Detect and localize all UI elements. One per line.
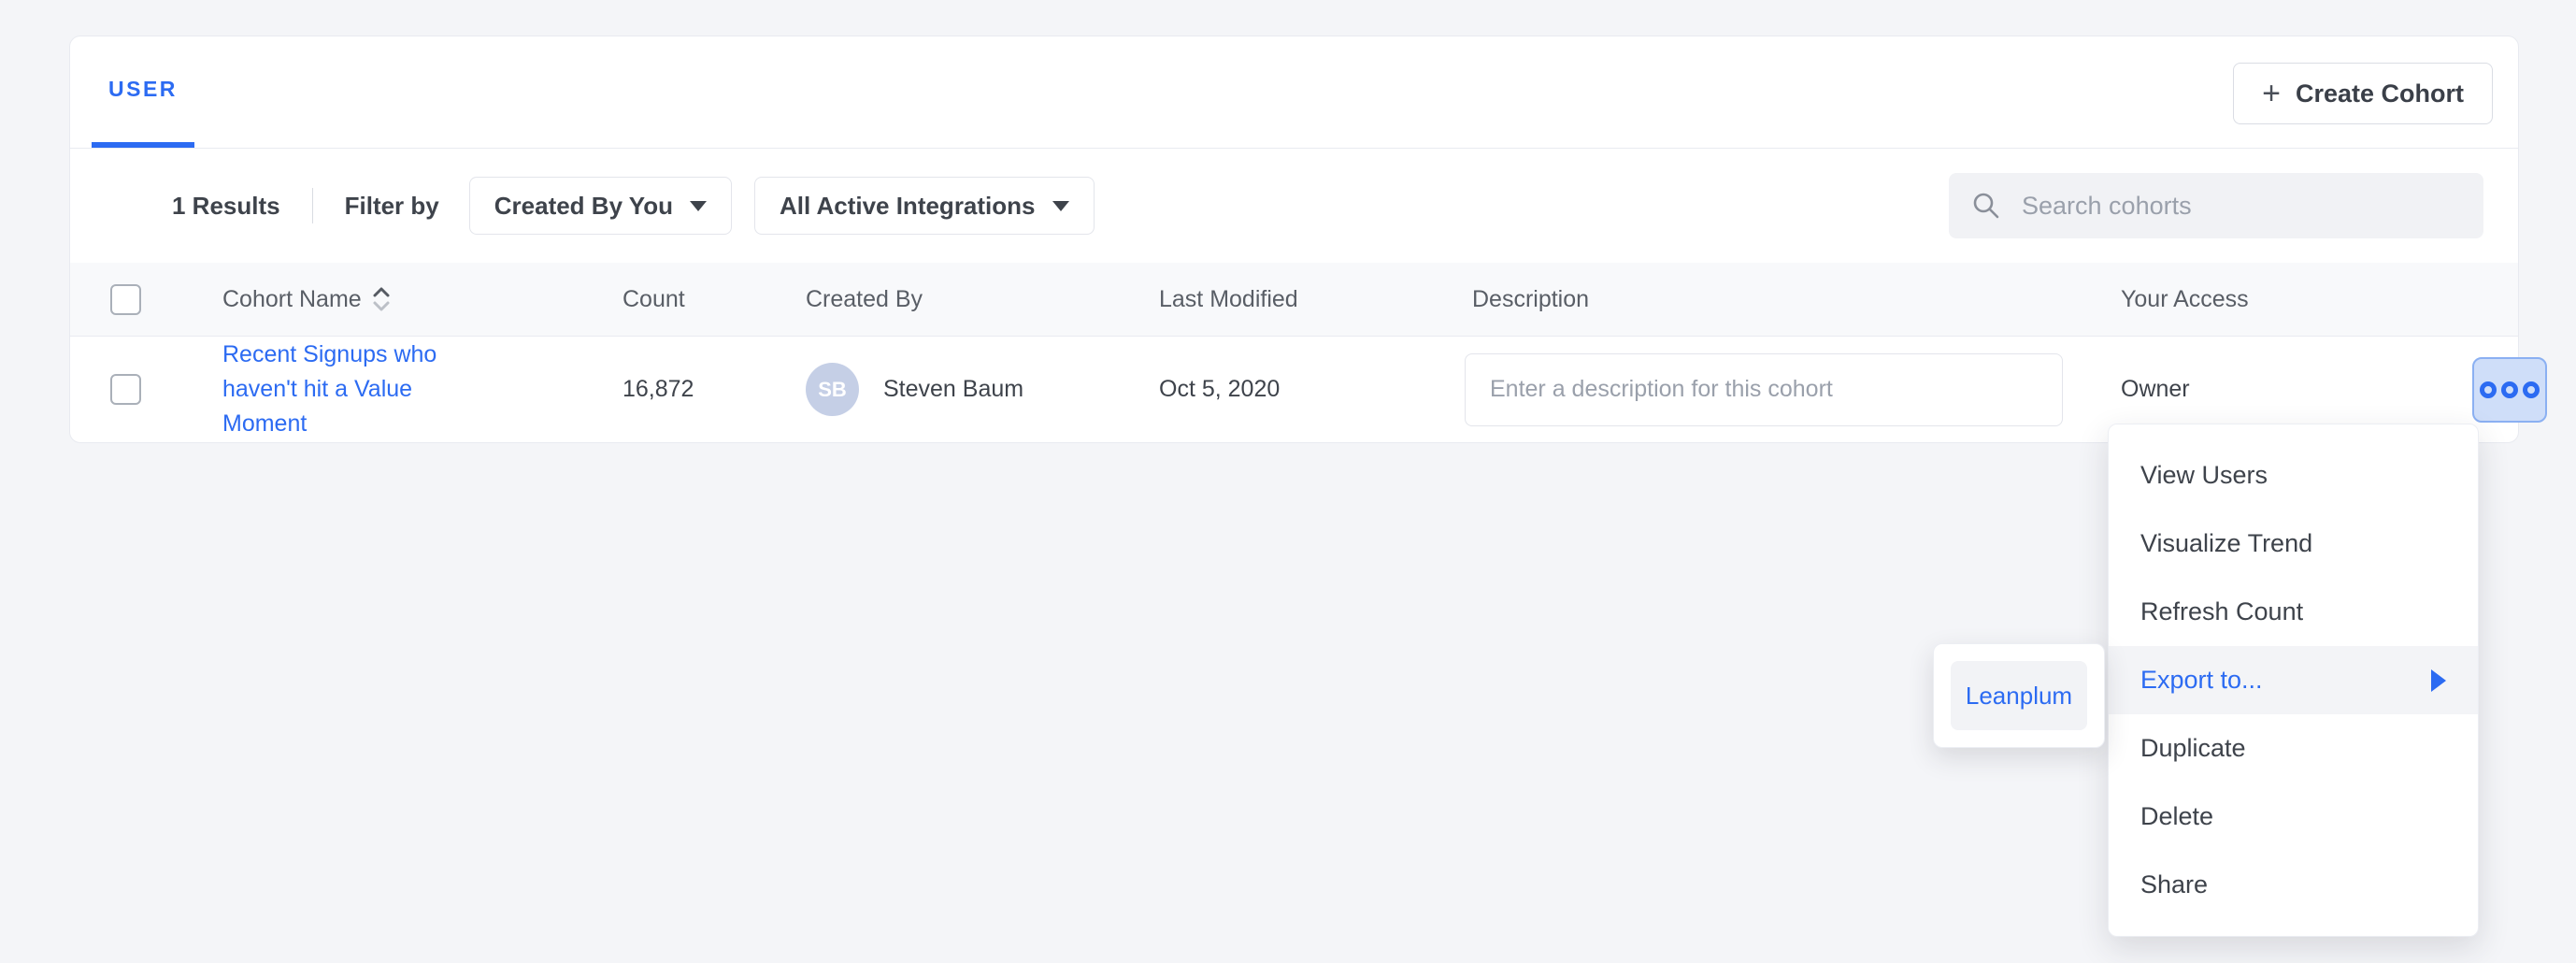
sort-icon[interactable] (371, 285, 392, 313)
search-icon (1971, 191, 2001, 221)
created-by-dropdown-label: Created By You (494, 192, 673, 221)
ellipsis-icon (2480, 381, 2497, 398)
select-all-checkbox[interactable] (110, 284, 141, 315)
integrations-dropdown[interactable]: All Active Integrations (754, 177, 1095, 235)
header-cohort-name[interactable]: Cohort Name (222, 286, 362, 313)
menu-item-label: Delete (2140, 802, 2213, 831)
cohorts-panel: USER + Create Cohort 1 Results Filter by… (69, 36, 2519, 443)
menu-item-label: View Users (2140, 461, 2268, 490)
row-checkbox[interactable] (110, 374, 141, 405)
menu-item-label: Refresh Count (2140, 597, 2303, 626)
menu-item-share[interactable]: Share (2109, 851, 2478, 919)
chevron-down-icon (690, 201, 707, 211)
create-cohort-button[interactable]: + Create Cohort (2233, 63, 2493, 124)
menu-item-export-to[interactable]: Export to... (2109, 646, 2478, 714)
cohort-count: 16,872 (623, 376, 806, 403)
tab-bar: USER + Create Cohort (70, 36, 2518, 149)
last-modified-date: Oct 5, 2020 (1159, 376, 1412, 403)
menu-item-label: Visualize Trend (2140, 529, 2312, 558)
cohort-name-link[interactable]: Recent Signups who haven't hit a Value M… (222, 338, 465, 441)
header-created-by: Created By (806, 286, 1159, 313)
table-header: Cohort Name Count Created By Last Modifi… (70, 263, 2518, 337)
header-description: Description (1412, 286, 2052, 313)
search-input[interactable] (2022, 192, 2461, 221)
menu-item-delete[interactable]: Delete (2109, 783, 2478, 851)
avatar: SB (806, 363, 859, 416)
header-last-modified: Last Modified (1159, 286, 1412, 313)
create-cohort-label: Create Cohort (2296, 79, 2464, 108)
menu-item-label: Duplicate (2140, 734, 2246, 763)
filter-bar: 1 Results Filter by Created By You All A… (70, 149, 2518, 263)
submenu-item-leanplum[interactable]: Leanplum (1951, 661, 2087, 730)
menu-item-duplicate[interactable]: Duplicate (2109, 714, 2478, 783)
tab-user-label: USER (108, 77, 178, 102)
header-your-access: Your Access (2052, 286, 2403, 313)
more-actions-button[interactable] (2472, 357, 2547, 423)
search-box (1949, 173, 2483, 238)
divider (312, 188, 313, 223)
description-input[interactable] (1465, 353, 2063, 426)
chevron-down-icon (1052, 201, 1069, 211)
menu-item-refresh-count[interactable]: Refresh Count (2109, 578, 2478, 646)
filter-by-label: Filter by (345, 192, 439, 221)
tab-user[interactable]: USER (92, 36, 194, 148)
header-count: Count (623, 286, 806, 313)
access-value: Owner (2052, 376, 2403, 403)
results-count: 1 Results (172, 192, 280, 221)
menu-item-label: Export to... (2140, 666, 2263, 695)
submenu-arrow-icon (2431, 669, 2446, 692)
context-menu: View Users Visualize Trend Refresh Count… (2108, 424, 2479, 937)
menu-item-label: Share (2140, 870, 2208, 899)
created-by-dropdown[interactable]: Created By You (469, 177, 732, 235)
creator-name: Steven Baum (883, 376, 1023, 403)
menu-item-visualize-trend[interactable]: Visualize Trend (2109, 510, 2478, 578)
ellipsis-icon (2501, 381, 2518, 398)
menu-item-view-users[interactable]: View Users (2109, 441, 2478, 510)
ellipsis-icon (2523, 381, 2540, 398)
integrations-dropdown-label: All Active Integrations (780, 192, 1036, 221)
plus-icon: + (2262, 78, 2281, 109)
submenu-item-label: Leanplum (1966, 682, 2072, 711)
export-submenu: Leanplum (1933, 643, 2105, 748)
